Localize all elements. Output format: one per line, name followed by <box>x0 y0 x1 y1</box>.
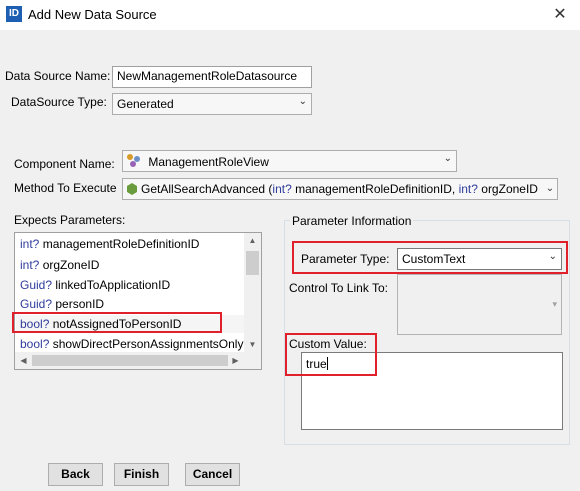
scroll-thumb[interactable] <box>32 355 228 366</box>
param-type: bool? <box>20 317 50 331</box>
scroll-down-icon[interactable]: ▼ <box>244 337 261 353</box>
component-name-select[interactable]: ManagementRoleView ⌄ <box>122 150 457 172</box>
method-param-name: orgZoneID <box>481 182 538 196</box>
param-type: int? <box>20 237 40 251</box>
method-label: Method To Execute <box>14 181 117 195</box>
method-param-name: managementRoleDefinitionID, <box>295 182 456 196</box>
vertical-scrollbar[interactable]: ▲ ▼ <box>244 233 261 353</box>
chevron-down-icon: ⌄ <box>548 251 557 262</box>
cancel-button[interactable]: Cancel <box>185 463 240 486</box>
method-name: GetAllSearchAdvanced <box>141 182 266 196</box>
parameter-information-title: Parameter Information <box>290 214 414 228</box>
component-name-label: Component Name: <box>14 157 115 171</box>
close-icon[interactable]: ✕ <box>548 3 572 27</box>
custom-value-textarea[interactable]: true <box>301 352 563 430</box>
finish-button[interactable]: Finish <box>114 463 169 486</box>
chevron-down-icon: ⌄ <box>298 96 307 107</box>
param-name: linkedToApplicationID <box>55 278 171 292</box>
list-item[interactable]: bool? showDirectPersonAssignmentsOnly <box>20 335 243 353</box>
data-source-type-label: DataSource Type: <box>11 95 107 109</box>
list-item-selected[interactable]: bool? notAssignedToPersonID <box>16 315 245 333</box>
method-select[interactable]: GetAllSearchAdvanced (int? managementRol… <box>122 178 558 200</box>
back-button[interactable]: Back <box>48 463 103 486</box>
param-name: personID <box>55 297 105 311</box>
window-title: Add New Data Source <box>28 7 157 22</box>
param-name: managementRoleDefinitionID <box>42 237 200 251</box>
chevron-down-icon: ⌄ <box>543 179 557 199</box>
scroll-right-icon[interactable]: ▶ <box>227 352 244 369</box>
text-cursor <box>326 357 328 370</box>
data-source-type-value: Generated <box>117 97 174 111</box>
param-type: Guid? <box>20 297 53 311</box>
param-name: notAssignedToPersonID <box>52 317 182 331</box>
expects-parameters-label: Expects Parameters: <box>14 213 126 227</box>
title-bar: ID Add New Data Source ✕ <box>0 0 580 30</box>
list-item[interactable]: Guid? linkedToApplicationID <box>20 276 170 294</box>
list-item[interactable]: int? orgZoneID <box>20 256 99 274</box>
control-link-label: Control To Link To: <box>289 281 388 295</box>
control-link-select: ▾ <box>397 274 562 335</box>
chevron-down-icon: ▾ <box>552 299 557 309</box>
component-name-value: ManagementRoleView <box>148 155 269 169</box>
method-icon <box>127 183 137 195</box>
param-type: int? <box>20 258 40 272</box>
param-name: orgZoneID <box>42 258 100 272</box>
custom-value-text: true <box>306 357 327 371</box>
data-source-type-select[interactable]: Generated ⌄ <box>112 93 312 115</box>
method-param-type: int? <box>272 182 292 196</box>
data-source-name-label: Data Source Name: <box>5 69 111 83</box>
param-name: showDirectPersonAssignmentsOnly <box>52 337 244 351</box>
horizontal-scrollbar[interactable]: ◀ ▶ <box>15 352 261 369</box>
app-icon: ID <box>6 6 22 22</box>
method-param-type: int? <box>458 182 478 196</box>
param-type: bool? <box>20 337 50 351</box>
data-source-name-input[interactable]: NewManagementRoleDatasource <box>112 66 312 88</box>
scroll-left-icon[interactable]: ◀ <box>15 352 32 369</box>
list-item[interactable]: int? managementRoleDefinitionID <box>20 235 199 253</box>
parameter-type-value: CustomText <box>402 252 466 266</box>
parameter-type-select[interactable]: CustomText ⌄ <box>397 248 562 270</box>
parameter-type-label: Parameter Type: <box>301 252 390 266</box>
scroll-thumb[interactable] <box>246 251 259 275</box>
parameters-list[interactable]: int? managementRoleDefinitionID int? org… <box>14 232 262 370</box>
chevron-down-icon: ⌄ <box>443 153 452 164</box>
custom-value-label: Custom Value: <box>289 337 367 351</box>
param-type: Guid? <box>20 278 53 292</box>
component-icon <box>127 154 141 168</box>
scroll-up-icon[interactable]: ▲ <box>244 233 261 249</box>
list-item[interactable]: Guid? personID <box>20 295 104 313</box>
